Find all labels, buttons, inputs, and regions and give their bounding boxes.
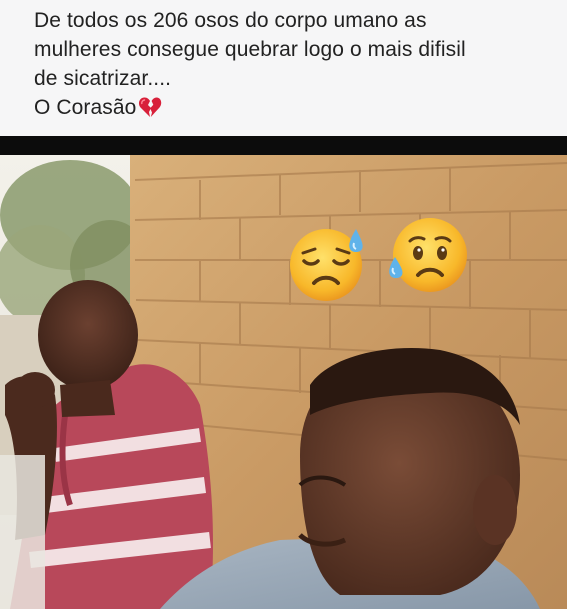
divider-bar xyxy=(0,136,567,155)
meme-post: De todos os 206 osos do corpo umano as m… xyxy=(0,0,567,609)
caption-line-1: De todos os 206 osos do corpo umano as xyxy=(34,9,427,32)
broken-heart-icon xyxy=(138,96,162,126)
caption-panel: De todos os 206 osos do corpo umano as m… xyxy=(0,0,567,136)
sad-but-relieved-face-icon xyxy=(288,221,370,303)
caption-line-2: mulheres consegue quebrar logo o mais di… xyxy=(34,38,466,61)
caption-line-3: de sicatrizar.... xyxy=(34,67,172,90)
photo xyxy=(0,155,567,609)
caption-line-4-text: O Corasão xyxy=(34,96,137,119)
sad-face-with-sweat-icon xyxy=(384,215,470,299)
caption-text: De todos os 206 osos do corpo umano as m… xyxy=(34,6,554,126)
caption-line-4: O Corasão xyxy=(34,93,554,126)
